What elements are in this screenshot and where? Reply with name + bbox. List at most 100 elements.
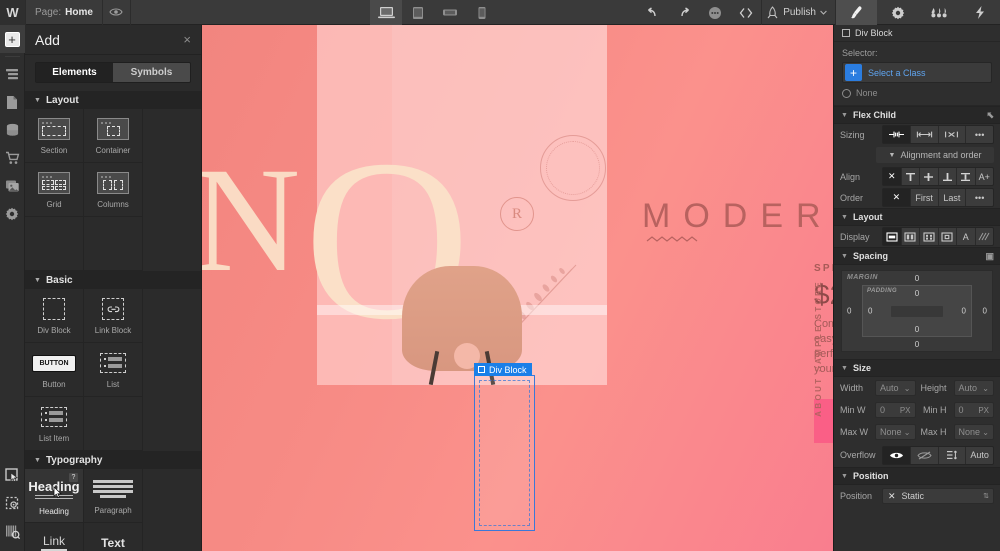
padding-box[interactable]: PADDING 0 0 0 0: [862, 285, 972, 337]
min-height-unit[interactable]: PX: [978, 406, 989, 415]
rail-item-add-elements[interactable]: +: [0, 25, 25, 53]
margin-bottom-value[interactable]: 0: [915, 340, 919, 349]
selected-element-tag[interactable]: Div Block: [474, 363, 532, 376]
rail-item-cms[interactable]: [0, 116, 25, 144]
plus-icon[interactable]: +: [845, 64, 862, 81]
element-grid[interactable]: Grid: [25, 163, 84, 217]
display-block[interactable]: [883, 228, 902, 245]
device-mobile-landscape[interactable]: [434, 0, 466, 25]
section-header-typography[interactable]: ▼ Typography: [25, 451, 201, 469]
position-select[interactable]: ✕ Static ⇅: [882, 488, 994, 504]
unit-dropdown-icon[interactable]: ⌄: [904, 428, 911, 437]
overflow-hidden[interactable]: [910, 446, 939, 464]
align-center[interactable]: [920, 168, 939, 185]
element-list[interactable]: List: [84, 343, 143, 397]
spacing-mode-icon[interactable]: ▣: [985, 251, 994, 262]
page-selector[interactable]: Page: Home: [25, 0, 103, 25]
device-tablet[interactable]: [402, 0, 434, 25]
tab-style-panel[interactable]: [836, 0, 877, 25]
more-options-button[interactable]: [699, 0, 730, 25]
clear-position-icon[interactable]: ✕: [888, 491, 896, 502]
unit-dropdown-icon[interactable]: ⌄: [982, 428, 989, 437]
code-button[interactable]: [730, 0, 761, 25]
preview-button[interactable]: [103, 0, 131, 25]
rail-item-ecommerce[interactable]: [0, 144, 25, 172]
min-width-unit[interactable]: PX: [900, 406, 911, 415]
align-end[interactable]: [938, 168, 957, 185]
element-link-block[interactable]: Link Block: [84, 289, 143, 343]
element-section[interactable]: Section: [25, 109, 84, 163]
webflow-logo[interactable]: W: [0, 0, 25, 25]
overflow-scroll[interactable]: [938, 446, 967, 464]
tab-interactions-panel[interactable]: [918, 0, 959, 25]
element-columns[interactable]: Columns: [84, 163, 143, 217]
element-text-link[interactable]: Link Text Link: [25, 523, 84, 551]
rail-item-audit[interactable]: [0, 517, 25, 545]
margin-right-value[interactable]: 0: [983, 307, 987, 316]
display-inline[interactable]: A: [957, 228, 976, 245]
max-width-input[interactable]: None ⌄: [875, 424, 916, 440]
sizing-shrink-if-needed[interactable]: [883, 126, 911, 143]
publish-button[interactable]: Publish: [761, 0, 836, 25]
padding-bottom-value[interactable]: 0: [915, 325, 919, 334]
unit-dropdown-icon[interactable]: ⌄: [904, 384, 911, 393]
help-tooltip-icon[interactable]: ?: [69, 473, 78, 482]
alignment-and-order-toggle[interactable]: ▼ Alignment and order: [876, 147, 994, 163]
element-paragraph[interactable]: Paragraph: [84, 469, 143, 523]
order-last[interactable]: Last: [938, 189, 967, 206]
design-canvas[interactable]: N O R MODER SP $ Com eas perf you ABOUT …: [202, 25, 833, 551]
max-height-input[interactable]: None ⌄: [953, 424, 994, 440]
device-mobile-portrait[interactable]: [466, 0, 498, 25]
section-header-position[interactable]: ▼ Position: [834, 467, 1000, 485]
tab-symbols[interactable]: Symbols: [113, 63, 190, 82]
order-first[interactable]: First: [910, 189, 939, 206]
close-icon[interactable]: ×: [183, 32, 191, 47]
overflow-auto[interactable]: Auto: [966, 446, 993, 464]
rail-item-select-tool[interactable]: [0, 461, 25, 489]
padding-left-value[interactable]: 0: [868, 307, 872, 316]
section-header-size[interactable]: ▼ Size: [834, 359, 1000, 377]
tab-settings-panel[interactable]: [877, 0, 918, 25]
sizing-fill-remaining[interactable]: [910, 126, 939, 143]
section-header-basic[interactable]: ▼ Basic: [25, 271, 201, 289]
display-grid[interactable]: [920, 228, 939, 245]
unit-dropdown-icon[interactable]: ⌄: [982, 384, 989, 393]
undo-button[interactable]: [637, 0, 668, 25]
align-baseline[interactable]: A+: [975, 168, 993, 185]
order-none[interactable]: ✕: [883, 189, 911, 206]
sizing-more-options[interactable]: •••: [966, 126, 993, 143]
align-none[interactable]: ✕: [883, 168, 902, 185]
order-more[interactable]: •••: [966, 189, 993, 206]
redo-button[interactable]: [668, 0, 699, 25]
element-list-item[interactable]: List Item: [25, 397, 84, 451]
width-input[interactable]: Auto ⌄: [875, 380, 916, 396]
min-height-input[interactable]: 0 PX: [953, 402, 994, 418]
section-header-layout[interactable]: ▼ Layout: [834, 208, 1000, 226]
element-button[interactable]: BUTTON Button: [25, 343, 84, 397]
rail-item-assets[interactable]: [0, 172, 25, 200]
expand-icon[interactable]: ⬉: [986, 110, 994, 121]
section-header-spacing[interactable]: ▼ Spacing ▣: [834, 247, 1000, 265]
margin-box[interactable]: MARGIN 0 0 0 0 PADDING 0 0 0 0: [841, 270, 993, 352]
overflow-visible[interactable]: [883, 446, 911, 464]
min-width-input[interactable]: 0 PX: [875, 402, 916, 418]
rail-item-pages[interactable]: [0, 88, 25, 116]
height-input[interactable]: Auto ⌄: [953, 380, 994, 396]
element-heading[interactable]: ? Heading Heading: [25, 469, 84, 523]
align-start[interactable]: [901, 168, 920, 185]
element-text-block[interactable]: Text Text Block: [84, 523, 143, 551]
align-stretch[interactable]: [957, 168, 976, 185]
display-inline-block[interactable]: [938, 228, 957, 245]
device-desktop[interactable]: [370, 0, 402, 25]
section-header-layout[interactable]: ▼ Layout: [25, 91, 201, 109]
display-none[interactable]: [975, 228, 993, 245]
tab-elements[interactable]: Elements: [36, 63, 113, 82]
tab-effects-panel[interactable]: [959, 0, 1000, 25]
section-header-flex-child[interactable]: ▼ Flex Child ⬉: [834, 106, 1000, 124]
element-div-block[interactable]: Div Block: [25, 289, 84, 343]
element-container[interactable]: Container: [84, 109, 143, 163]
margin-top-value[interactable]: 0: [915, 274, 919, 283]
select-class-field[interactable]: + Select a Class: [842, 62, 992, 83]
hero-headline[interactable]: MODERN: [642, 197, 833, 236]
rail-item-navigator[interactable]: [0, 60, 25, 88]
